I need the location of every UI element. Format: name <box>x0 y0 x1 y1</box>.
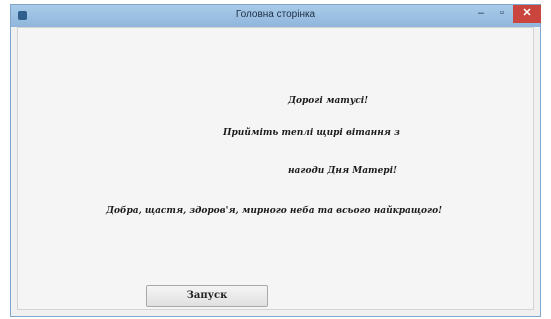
greeting-line-3: нагоди Дня Матері! <box>288 166 397 176</box>
start-button[interactable]: Запуск <box>146 285 268 307</box>
app-window: Головна сторінка – ▫ ✕ Дорогі матусі! Пр… <box>10 4 541 317</box>
window-title: Головна сторінка <box>235 9 316 20</box>
title-bar[interactable]: Головна сторінка – ▫ ✕ <box>11 5 541 27</box>
minimize-button[interactable]: – <box>469 5 493 23</box>
maximize-button[interactable]: ▫ <box>493 5 511 23</box>
greeting-line-1: Дорогі матусі! <box>288 96 369 106</box>
greeting-line-2: Прийміть теплі щирі вітання з <box>223 128 400 138</box>
close-button[interactable]: ✕ <box>513 5 541 23</box>
greeting-line-4: Добра, щастя, здоров'я, мирного неба та … <box>106 206 443 216</box>
client-area: Дорогі матусі! Прийміть теплі щирі вітан… <box>17 27 534 310</box>
